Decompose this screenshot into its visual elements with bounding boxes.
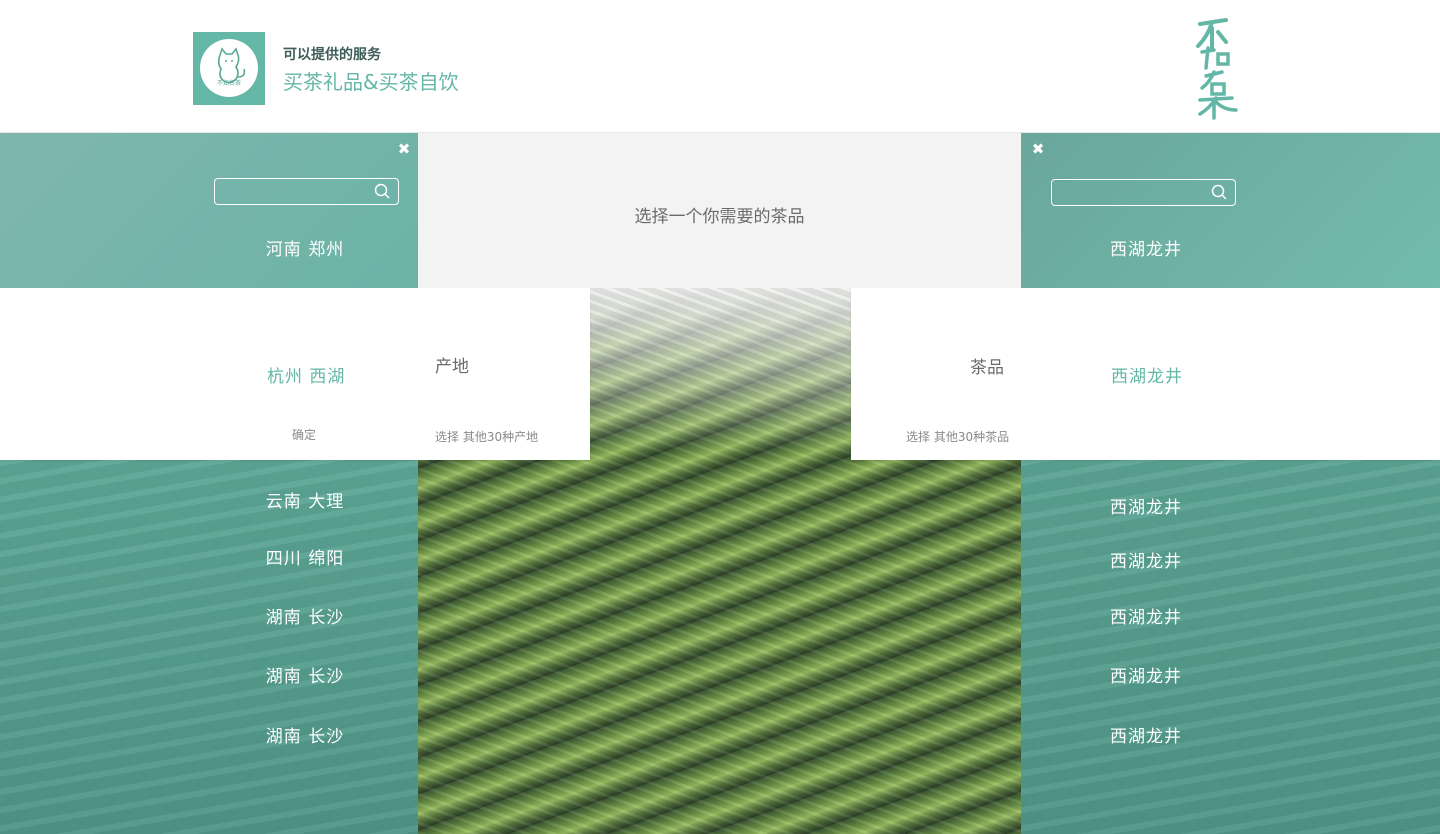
- origin-item[interactable]: 湖南 长沙: [0, 603, 610, 628]
- tea-item[interactable]: 西湖龙井: [1021, 662, 1271, 687]
- origin-panel-list: [0, 460, 418, 834]
- origin-item[interactable]: 湖南 长沙: [0, 662, 610, 687]
- origin-search-box: [214, 178, 399, 205]
- origin-label: 产地: [435, 357, 469, 377]
- logo-text: 不知名茶: [216, 80, 241, 87]
- tea-panel-top: [1021, 133, 1440, 288]
- selected-tea[interactable]: 西湖龙井: [1111, 362, 1183, 387]
- origin-panel-top: [0, 133, 418, 288]
- origin-item[interactable]: 云南 大理: [0, 487, 610, 512]
- header-title: 买茶礼品&买茶自饮: [283, 70, 459, 94]
- origin-item[interactable]: 湖南 长沙: [0, 722, 610, 747]
- selected-origin[interactable]: 杭州 西湖: [267, 362, 345, 387]
- more-origins-link[interactable]: 选择 其他30种产地: [435, 428, 538, 445]
- tea-item[interactable]: 西湖龙井: [1021, 235, 1271, 260]
- brand-logo[interactable]: 不知名茶: [193, 32, 265, 105]
- tea-search-input[interactable]: [1060, 183, 1212, 203]
- close-icon[interactable]: ✖: [396, 141, 412, 157]
- header-subtitle: 可以提供的服务: [283, 47, 381, 63]
- origin-item[interactable]: 河南 郑州: [0, 235, 610, 260]
- tea-item[interactable]: 西湖龙井: [1021, 493, 1271, 518]
- confirm-button[interactable]: 确定: [292, 426, 316, 443]
- tea-search-box: [1051, 179, 1236, 206]
- tea-item[interactable]: 西湖龙井: [1021, 547, 1271, 572]
- cat-logo-icon: 不知名茶: [200, 39, 258, 97]
- search-icon[interactable]: [374, 183, 390, 199]
- more-teas-link[interactable]: 选择 其他30种茶品: [906, 428, 1009, 445]
- tea-item[interactable]: 西湖龙井: [1021, 722, 1271, 747]
- tea-item[interactable]: 西湖龙井: [1021, 603, 1271, 628]
- origin-item[interactable]: 四川 绵阳: [0, 544, 610, 569]
- tea-label: 茶品: [970, 358, 1004, 378]
- origin-search-input[interactable]: [223, 182, 375, 202]
- close-icon[interactable]: ✖: [1030, 141, 1046, 157]
- calligraphy-logo-icon: [1192, 18, 1242, 120]
- select-tea-prompt: 选择一个你需要的茶品: [634, 207, 805, 227]
- search-icon[interactable]: [1211, 184, 1227, 200]
